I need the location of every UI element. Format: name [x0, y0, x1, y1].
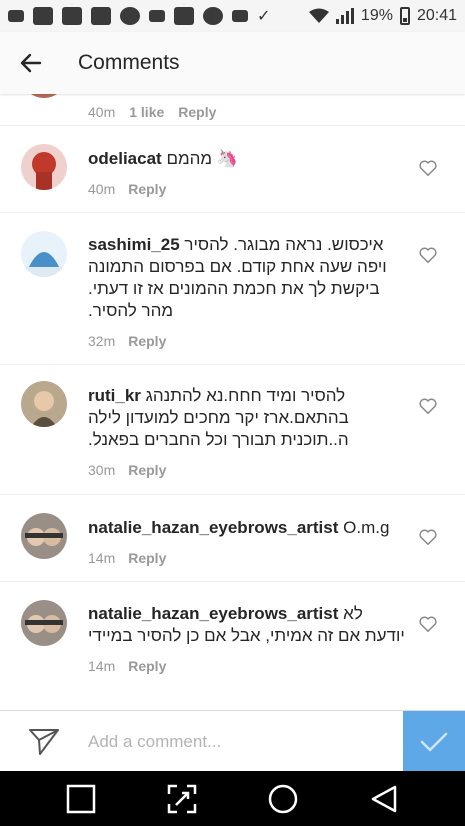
system-nav-bar [0, 771, 465, 826]
voicemail-icon [232, 10, 248, 22]
reply-button[interactable]: Reply [128, 655, 166, 677]
wifi-icon [308, 8, 329, 23]
status-bar: ✓ 19% 20:41 [0, 0, 465, 32]
triangle-back-icon [372, 785, 397, 812]
reply-button[interactable]: Reply [178, 104, 216, 120]
message-icon [8, 10, 24, 22]
signal-icon [335, 8, 354, 24]
comment-time: 40m [88, 104, 116, 120]
comment-text: מהמם 🦄 [166, 149, 238, 168]
back-button[interactable] [0, 32, 62, 94]
battery-percent: 19% [360, 7, 393, 24]
comment-likes[interactable]: 1 like [129, 104, 164, 120]
direct-send-icon[interactable] [28, 726, 60, 756]
heart-icon[interactable] [419, 616, 437, 632]
comment-username[interactable]: natalie_hazan_eyebrows_artist [88, 518, 338, 537]
reply-button[interactable]: Reply [128, 547, 166, 569]
comment-time: 14m [88, 658, 116, 674]
back-nav-button[interactable] [364, 779, 404, 819]
flipboard-icon [174, 7, 194, 25]
avatar[interactable] [21, 381, 67, 427]
clock: 20:41 [416, 7, 457, 24]
comment-username[interactable]: natalie_hazan_eyebrows_artist [88, 604, 338, 623]
comment-partial: 40m 1 like Reply [0, 94, 465, 126]
comment-body: sashimi_25 איכסוש. נראה מבוגר. להסיר ויפ… [88, 234, 405, 352]
expand-icon [167, 784, 197, 813]
battery-icon [399, 7, 410, 25]
comment-composer [0, 710, 465, 772]
comment-time: 32m [88, 333, 116, 349]
square-icon [66, 784, 95, 813]
avatar[interactable] [21, 144, 67, 190]
comment-meta: 14m Reply [88, 547, 405, 569]
comment-meta: 40m 1 like Reply [88, 104, 216, 120]
heart-icon[interactable] [419, 160, 437, 176]
heart-icon[interactable] [419, 247, 437, 263]
comment-meta: 40m Reply [88, 178, 405, 200]
avatar[interactable] [21, 231, 67, 277]
notification-icons: ✓ [8, 6, 270, 26]
comment-username[interactable]: sashimi_25 [88, 235, 180, 254]
comment-item: sashimi_25 איכסוש. נראה מבוגר. להסיר ויפ… [0, 212, 465, 364]
comment-username[interactable]: odeliacat [88, 149, 162, 168]
reply-button[interactable]: Reply [128, 178, 166, 200]
comment-meta: 32m Reply [88, 330, 405, 352]
comment-username[interactable]: ruti_kr [88, 386, 141, 405]
comment-list[interactable]: 40m 1 like Reply odeliacat מהמם 🦄 40m Re… [0, 94, 465, 710]
check-icon [420, 732, 448, 751]
comment-body: ruti_kr להסיר ומיד חחח.נא להתנהג בהתאם.א… [88, 385, 405, 481]
circle-icon [268, 784, 298, 813]
comment-time: 14m [88, 550, 116, 566]
expand-button[interactable] [162, 779, 202, 819]
facebook-icon [62, 7, 82, 25]
app-icon [91, 7, 111, 25]
page-title: Comments [78, 51, 180, 74]
reply-button[interactable]: Reply [128, 330, 166, 352]
comment-input[interactable] [88, 726, 388, 758]
app-icon [149, 10, 165, 22]
comment-item: natalie_hazan_eyebrows_artist לא יודעת א… [0, 581, 465, 710]
avatar[interactable] [21, 94, 67, 98]
heart-icon[interactable] [419, 398, 437, 414]
check-icon: ✓ [257, 8, 271, 25]
comment-body: odeliacat מהמם 🦄 40m Reply [88, 148, 405, 200]
comment-item: natalie_hazan_eyebrows_artist O.m.g 14m … [0, 494, 465, 581]
comment-time: 30m [88, 462, 116, 478]
comment-body: natalie_hazan_eyebrows_artist לא יודעת א… [88, 603, 405, 677]
comment-text: O.m.g [343, 518, 390, 537]
comment-item: odeliacat מהמם 🦄 40m Reply [0, 125, 465, 212]
comment-item: ruti_kr להסיר ומיד חחח.נא להתנהג בהתאם.א… [0, 364, 465, 494]
comment-meta: 30m Reply [88, 459, 405, 481]
app-header: Comments [0, 32, 465, 94]
heart-icon[interactable] [419, 529, 437, 545]
game-icon [120, 7, 140, 25]
arrow-left-icon [20, 53, 42, 73]
avatar[interactable] [21, 600, 67, 646]
home-button[interactable] [263, 779, 303, 819]
reply-button[interactable]: Reply [128, 459, 166, 481]
avatar[interactable] [21, 513, 67, 559]
comment-time: 40m [88, 181, 116, 197]
recents-button[interactable] [61, 779, 101, 819]
post-comment-button[interactable] [403, 711, 465, 772]
comment-body: natalie_hazan_eyebrows_artist O.m.g 14m … [88, 517, 405, 569]
facebook-icon [33, 7, 53, 25]
comment-meta: 14m Reply [88, 655, 405, 677]
app-icon [203, 7, 223, 25]
